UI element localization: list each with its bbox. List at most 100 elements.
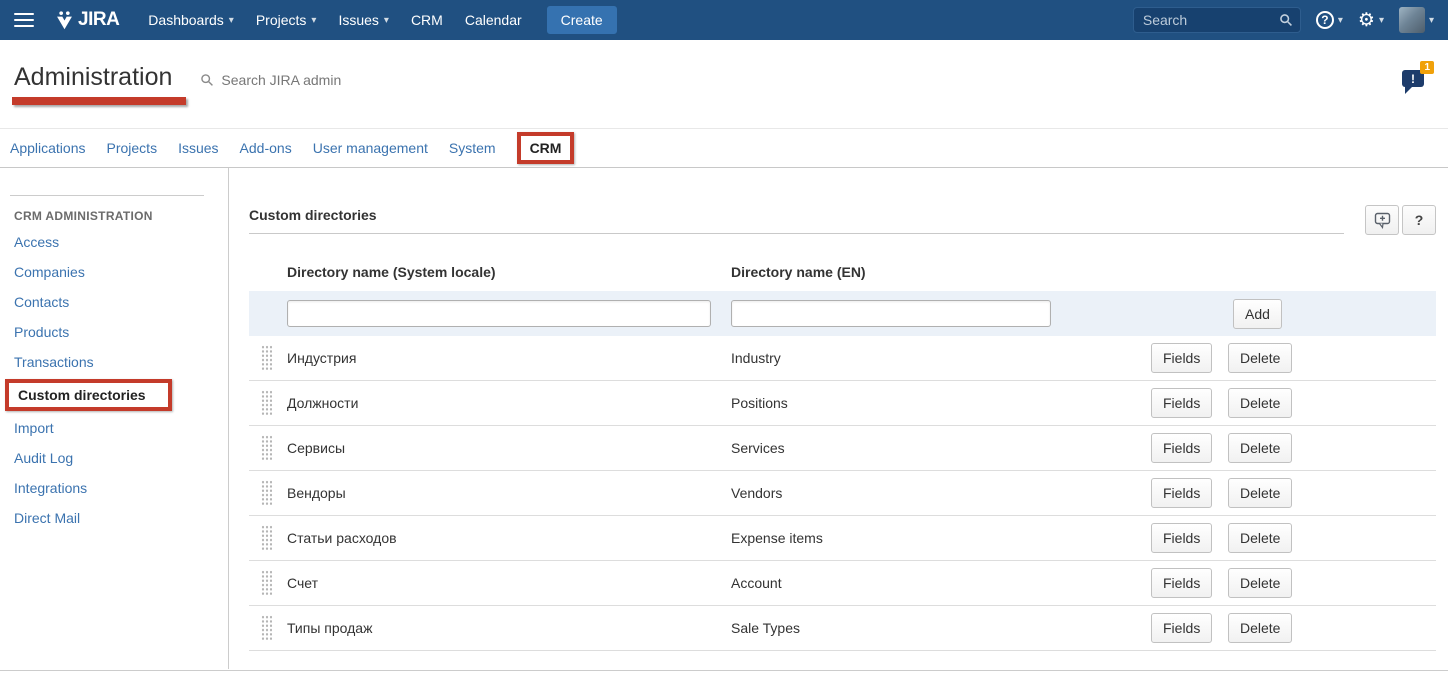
delete-button[interactable]: Delete bbox=[1228, 343, 1292, 373]
sidebar-item-link[interactable]: Import bbox=[0, 413, 228, 443]
sidebar-list: Access Companies Contacts Products bbox=[0, 227, 228, 533]
admin-header: Administration Search JIRA admin ! 1 bbox=[0, 40, 1448, 129]
nav-right-group: ? ▾ ⚙ ▾ ▾ bbox=[1133, 7, 1434, 33]
help-icon: ? bbox=[1316, 11, 1334, 29]
jira-logo[interactable]: JIRA bbox=[54, 9, 119, 31]
create-button[interactable]: Create bbox=[547, 6, 617, 34]
delete-button[interactable]: Delete bbox=[1228, 388, 1292, 418]
delete-button[interactable]: Delete bbox=[1228, 523, 1292, 553]
admin-tab-label: CRM bbox=[530, 140, 562, 156]
notification-icon[interactable]: ! 1 bbox=[1402, 70, 1424, 87]
main-content: Custom directories ? Directory name (Sys… bbox=[229, 168, 1448, 669]
drag-handle-icon[interactable] bbox=[261, 435, 272, 461]
nav-search bbox=[1133, 7, 1301, 33]
admin-tab[interactable]: CRM bbox=[517, 132, 575, 164]
help-button[interactable]: ? bbox=[1402, 205, 1436, 235]
directory-name-locale: Сервисы bbox=[287, 440, 731, 456]
directory-name-en: Expense items bbox=[731, 530, 1151, 546]
admin-search[interactable]: Search JIRA admin bbox=[200, 72, 341, 88]
sidebar-item-link[interactable]: Audit Log bbox=[0, 443, 228, 473]
chevron-down-icon: ▾ bbox=[1429, 15, 1434, 26]
sidebar-item: Custom directories bbox=[0, 377, 228, 413]
admin-tab[interactable]: User management bbox=[313, 140, 428, 156]
fields-button[interactable]: Fields bbox=[1151, 478, 1212, 508]
admin-tab[interactable]: Projects bbox=[107, 140, 158, 156]
drag-handle-icon[interactable] bbox=[261, 345, 272, 371]
sidebar-item: Direct Mail bbox=[0, 503, 228, 533]
directory-name-locale-input[interactable] bbox=[287, 300, 711, 327]
search-input[interactable] bbox=[1133, 7, 1301, 33]
sidebar-section-title: CRM ADMINISTRATION bbox=[0, 196, 228, 227]
admin-tabs: Applications Projects Issues Add-ons Use… bbox=[0, 129, 1448, 168]
nav-menu-item-label: Dashboards bbox=[148, 12, 224, 28]
drag-handle-icon[interactable] bbox=[261, 525, 272, 551]
fields-button[interactable]: Fields bbox=[1151, 433, 1212, 463]
directory-name-en: Services bbox=[731, 440, 1151, 456]
drag-handle-icon[interactable] bbox=[261, 570, 272, 596]
drag-handle-icon[interactable] bbox=[261, 480, 272, 506]
sidebar-item-link[interactable]: Direct Mail bbox=[0, 503, 228, 533]
fields-button[interactable]: Fields bbox=[1151, 388, 1212, 418]
table-header: Directory name (System locale) Directory… bbox=[249, 253, 1436, 291]
admin-tab-label: Applications bbox=[10, 140, 86, 156]
admin-tab[interactable]: System bbox=[449, 140, 496, 156]
sidebar-item-link[interactable]: Integrations bbox=[0, 473, 228, 503]
nav-menu-item[interactable]: Projects ▾ bbox=[245, 0, 328, 40]
drag-handle-icon[interactable] bbox=[261, 390, 272, 416]
column-header-locale: Directory name (System locale) bbox=[287, 264, 731, 280]
nav-menu-item[interactable]: Issues ▾ bbox=[327, 0, 400, 40]
sidebar-item-link[interactable]: Products bbox=[0, 317, 228, 347]
exclamation-glyph: ! bbox=[1411, 72, 1415, 86]
directory-name-locale: Статьи расходов bbox=[287, 530, 731, 546]
user-menu[interactable]: ▾ bbox=[1399, 7, 1434, 33]
nav-menu-item[interactable]: Calendar ▾ bbox=[454, 0, 533, 40]
sidebar-item: Import bbox=[0, 413, 228, 443]
sidebar-item-link[interactable]: Contacts bbox=[0, 287, 228, 317]
main-menu: Dashboards ▾ Projects ▾ Issues ▾ CRM ▾ bbox=[137, 0, 532, 40]
admin-tab[interactable]: Add-ons bbox=[240, 140, 292, 156]
nav-menu-item[interactable]: Dashboards ▾ bbox=[137, 0, 245, 40]
search-icon bbox=[200, 73, 214, 87]
add-button[interactable]: Add bbox=[1233, 299, 1282, 329]
delete-button[interactable]: Delete bbox=[1228, 568, 1292, 598]
sidebar-item: Companies bbox=[0, 257, 228, 287]
sidebar-item-link[interactable]: Custom directories bbox=[5, 379, 172, 411]
admin-tab[interactable]: Issues bbox=[178, 140, 218, 156]
sidebar-item: Products bbox=[0, 317, 228, 347]
chevron-down-icon: ▾ bbox=[229, 15, 234, 26]
drag-handle-icon[interactable] bbox=[261, 615, 272, 641]
delete-button[interactable]: Delete bbox=[1228, 478, 1292, 508]
fields-button[interactable]: Fields bbox=[1151, 613, 1212, 643]
help-menu[interactable]: ? ▾ bbox=[1316, 11, 1343, 29]
section-title: Custom directories bbox=[249, 199, 1436, 223]
admin-tab-label: Add-ons bbox=[240, 140, 292, 156]
settings-menu[interactable]: ⚙ ▾ bbox=[1358, 11, 1384, 30]
body-layout: CRM ADMINISTRATION Access Companies Cont… bbox=[0, 168, 1448, 669]
delete-button[interactable]: Delete bbox=[1228, 613, 1292, 643]
fields-button[interactable]: Fields bbox=[1151, 568, 1212, 598]
sidebar-item-link[interactable]: Access bbox=[0, 227, 228, 257]
column-header-en: Directory name (EN) bbox=[731, 264, 1151, 280]
table-row: Индустрия Industry Fields Delete bbox=[249, 336, 1436, 381]
directory-name-en-input[interactable] bbox=[731, 300, 1051, 327]
feedback-button[interactable] bbox=[1365, 205, 1399, 235]
sidebar-item-link[interactable]: Companies bbox=[0, 257, 228, 287]
nav-menu-item[interactable]: CRM ▾ bbox=[400, 0, 454, 40]
add-directory-row: Add bbox=[249, 291, 1436, 336]
directory-name-en: Positions bbox=[731, 395, 1151, 411]
admin-tab[interactable]: Applications bbox=[10, 140, 86, 156]
delete-button[interactable]: Delete bbox=[1228, 433, 1292, 463]
sidebar-item-link[interactable]: Transactions bbox=[0, 347, 228, 377]
directory-table-body: Индустрия Industry Fields Delete Должнос… bbox=[249, 336, 1436, 651]
gear-icon: ⚙ bbox=[1358, 11, 1375, 30]
table-row: Типы продаж Sale Types Fields Delete bbox=[249, 606, 1436, 651]
directory-name-locale: Вендоры bbox=[287, 485, 731, 501]
directory-name-locale: Типы продаж bbox=[287, 620, 731, 636]
fields-button[interactable]: Fields bbox=[1151, 343, 1212, 373]
search-icon bbox=[1279, 13, 1293, 27]
directory-name-locale: Счет bbox=[287, 575, 731, 591]
directory-name-en: Vendors bbox=[731, 485, 1151, 501]
hamburger-menu-icon[interactable] bbox=[14, 13, 34, 27]
admin-tab-label: User management bbox=[313, 140, 428, 156]
fields-button[interactable]: Fields bbox=[1151, 523, 1212, 553]
